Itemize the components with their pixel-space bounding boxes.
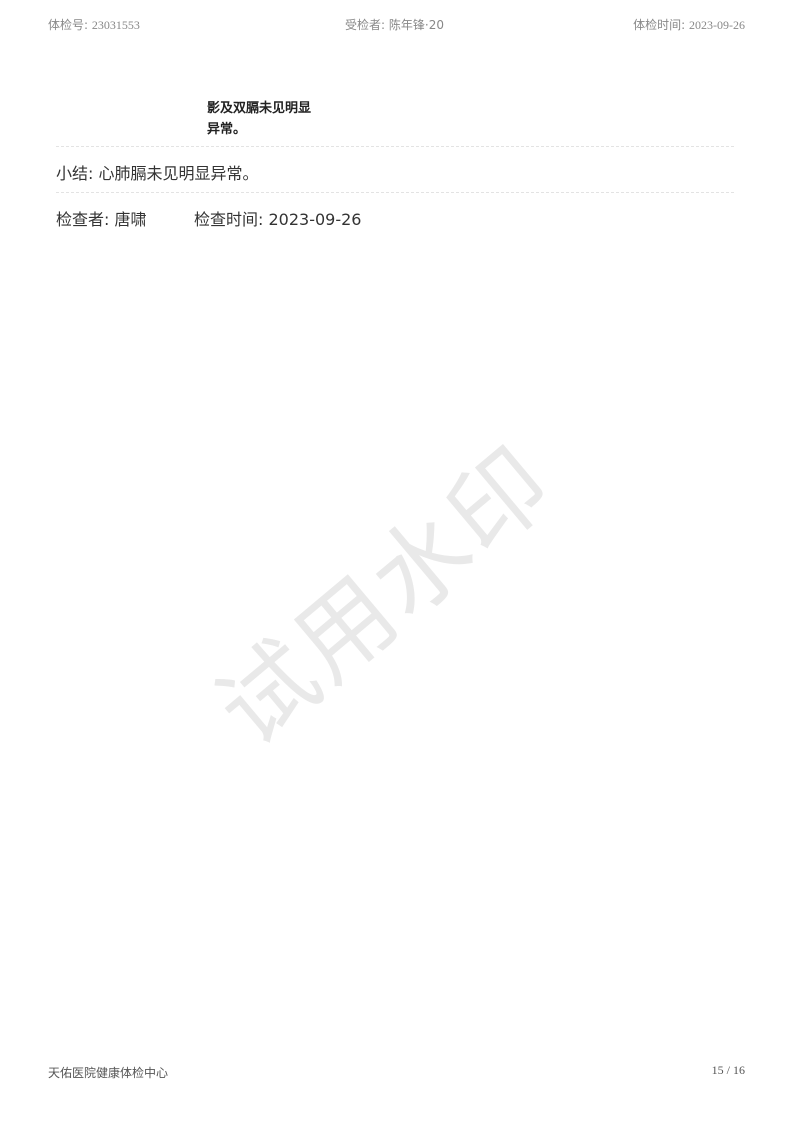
header-exam-date: 体检时间: 2023-09-26: [633, 16, 745, 33]
summary-label: 小结:: [56, 164, 94, 183]
patient-label: 受检者:: [345, 18, 386, 32]
divider: [56, 146, 734, 147]
summary-text: 心肺膈未见明显异常。: [98, 164, 259, 183]
result-description: 影及双膈未见明显 异常。: [207, 98, 347, 140]
examiner-name: 唐啸: [114, 210, 147, 229]
result-line-1: 影及双膈未见明显: [207, 101, 312, 116]
page-number: 15 / 16: [711, 1063, 745, 1077]
exam-time-value: 2023-09-26: [268, 210, 362, 229]
header-exam-number: 体检号: 23031553: [48, 16, 140, 33]
trial-watermark: 试用水印: [196, 424, 575, 768]
summary-row: 小结: 心肺膈未见明显异常。: [56, 160, 259, 184]
exam-date-label: 体检时间:: [633, 18, 686, 32]
footer-organization: 天佑医院健康体检中心: [48, 1066, 169, 1080]
divider: [56, 192, 734, 193]
header-patient: 受检者: 陈年锋·20: [345, 16, 444, 33]
examiner: 检查者: 唐啸: [56, 206, 147, 230]
exam-number-value: 23031553: [91, 18, 140, 32]
examination-time: 检查时间: 2023-09-26: [194, 206, 361, 230]
report-page: 体检号: 23031553 受检者: 陈年锋·20 体检时间: 2023-09-…: [0, 0, 793, 1123]
patient-name: 陈年锋·20: [388, 18, 444, 32]
examiner-label: 检查者:: [56, 210, 110, 229]
exam-time-label: 检查时间:: [194, 210, 264, 229]
exam-number-label: 体检号:: [48, 18, 89, 32]
exam-date-value: 2023-09-26: [689, 18, 745, 32]
result-line-2: 异常。: [207, 122, 247, 137]
